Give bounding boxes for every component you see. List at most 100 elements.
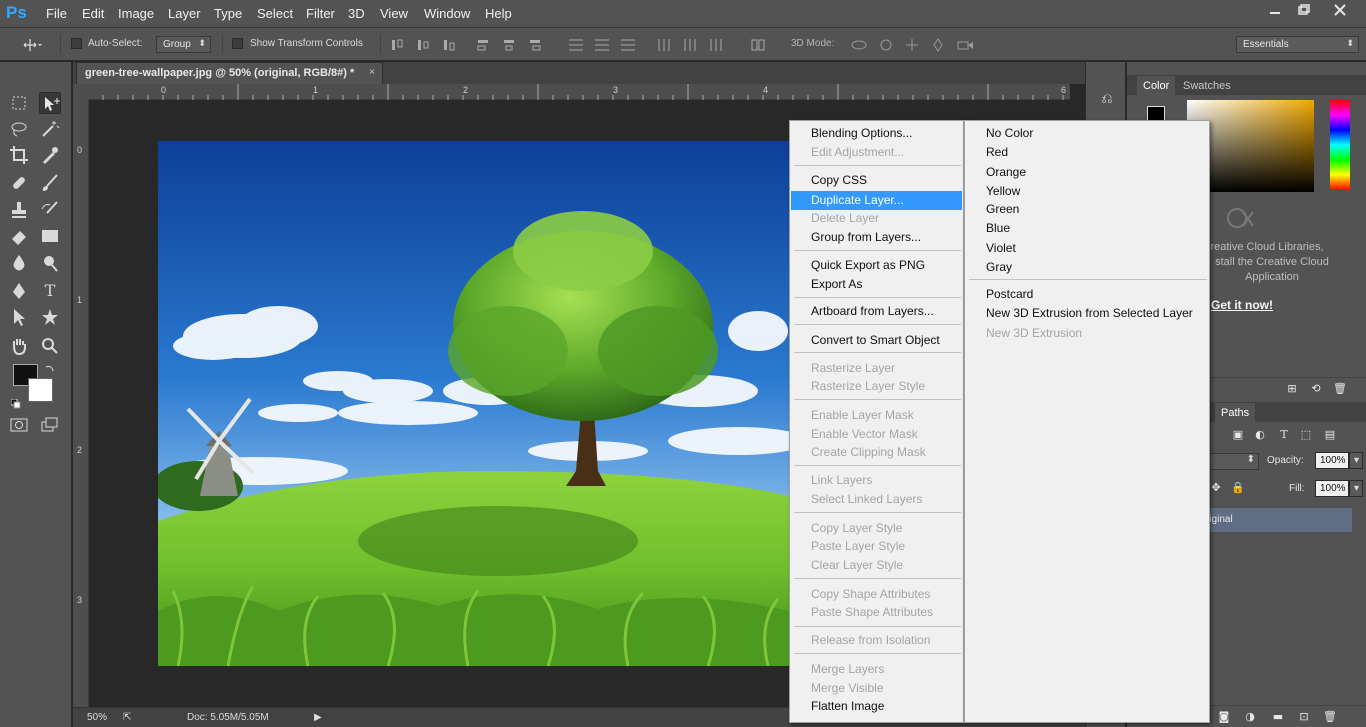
tab-swatches[interactable]: Swatches: [1177, 76, 1237, 96]
align-right-icon[interactable]: [528, 37, 544, 51]
export-icon[interactable]: ⇱: [123, 712, 131, 723]
get-it-now-link[interactable]: Get it now!: [1211, 298, 1273, 312]
color-menu-item[interactable]: Violet: [966, 239, 1208, 258]
blend-mode-dropdown[interactable]: ⬍: [1207, 453, 1259, 470]
magic-wand-tool-icon[interactable]: [39, 118, 61, 140]
opacity-arrow-icon[interactable]: ▾: [1349, 452, 1363, 469]
align-top-icon[interactable]: [390, 37, 406, 51]
screen-mode-icon[interactable]: [39, 414, 61, 436]
color-menu-item[interactable]: Gray: [966, 258, 1208, 277]
minimize-icon[interactable]: [1261, 0, 1289, 20]
color-menu-item[interactable]: Green: [966, 200, 1208, 219]
library-sync-icon[interactable]: ⟲: [1309, 382, 1323, 396]
add-mask-icon[interactable]: ◙: [1217, 710, 1231, 724]
context-menu-item[interactable]: Flatten Image: [791, 697, 962, 716]
context-menu-item[interactable]: Blending Options...: [791, 124, 962, 143]
restore-icon[interactable]: [1289, 0, 1317, 20]
default-colors-icon[interactable]: [10, 394, 21, 409]
show-transform-checkbox[interactable]: [232, 38, 243, 49]
history-brush-tool-icon[interactable]: [39, 199, 61, 221]
path-selection-tool-icon[interactable]: [8, 306, 30, 328]
tab-color[interactable]: Color: [1137, 76, 1176, 96]
hue-slider[interactable]: [1330, 100, 1350, 190]
auto-align-icon[interactable]: [750, 37, 766, 51]
tab-paths[interactable]: Paths: [1215, 403, 1256, 423]
context-menu-item[interactable]: Group from Layers...: [791, 228, 962, 247]
color-menu-item[interactable]: Orange: [966, 163, 1208, 182]
close-tab-icon[interactable]: ×: [369, 67, 375, 78]
new-layer-icon[interactable]: ⊡: [1297, 710, 1311, 724]
distribute-left-icon[interactable]: [656, 37, 672, 51]
context-menu-item[interactable]: Artboard from Layers...: [791, 302, 962, 321]
auto-select-checkbox[interactable]: [71, 38, 82, 49]
align-bottom-icon[interactable]: [442, 37, 458, 51]
new-group-icon[interactable]: ▬: [1271, 710, 1285, 724]
background-color-swatch[interactable]: [28, 378, 53, 402]
menu-image[interactable]: Image: [118, 6, 154, 21]
align-left-icon[interactable]: [476, 37, 492, 51]
close-icon[interactable]: [1318, 0, 1362, 20]
new-adjustment-icon[interactable]: ◑: [1243, 710, 1257, 724]
filter-adjustment-icon[interactable]: ◐: [1253, 428, 1267, 442]
workspace-dropdown[interactable]: Essentials ⬍: [1236, 36, 1359, 53]
status-menu-arrow-icon[interactable]: ▶: [314, 712, 322, 723]
3d-rotate-icon[interactable]: [850, 37, 868, 51]
menu-edit[interactable]: Edit: [82, 6, 104, 21]
healing-brush-tool-icon[interactable]: [8, 172, 30, 194]
zoom-level[interactable]: 50%: [87, 712, 107, 723]
layer-row[interactable]: riginal: [1200, 508, 1352, 532]
move-tool-icon[interactable]: [39, 92, 61, 114]
context-menu-item[interactable]: Copy CSS: [791, 171, 962, 190]
context-menu-item[interactable]: Duplicate Layer...: [791, 191, 962, 210]
color-menu-item[interactable]: Yellow: [966, 182, 1208, 201]
context-menu-item[interactable]: Export As: [791, 275, 962, 294]
menu-3d[interactable]: 3D: [348, 6, 365, 21]
move-tool-icon[interactable]: [22, 37, 42, 51]
blur-tool-icon[interactable]: [8, 252, 30, 274]
filter-type-icon[interactable]: T: [1277, 428, 1291, 442]
clone-stamp-tool-icon[interactable]: [8, 199, 30, 221]
brush-tool-icon[interactable]: [39, 172, 61, 194]
swap-colors-icon[interactable]: [44, 360, 56, 372]
horizontal-ruler[interactable]: 0 1 2 3 4 6: [73, 84, 1070, 100]
custom-shape-tool-icon[interactable]: [39, 306, 61, 328]
align-vcenter-icon[interactable]: [416, 37, 432, 51]
auto-select-dropdown[interactable]: Group ⬍: [156, 36, 211, 53]
rect-marquee-tool-icon[interactable]: [8, 92, 30, 114]
opacity-input[interactable]: 100%: [1315, 452, 1349, 469]
align-hcenter-icon[interactable]: [502, 37, 518, 51]
eyedropper-tool-icon[interactable]: [39, 144, 61, 166]
filter-image-icon[interactable]: ▣: [1231, 428, 1245, 442]
lasso-tool-icon[interactable]: [8, 118, 30, 140]
filter-shape-icon[interactable]: ⬚: [1299, 428, 1313, 442]
distribute-vcenter-icon[interactable]: [594, 37, 610, 51]
dodge-tool-icon[interactable]: [39, 252, 61, 274]
trash-icon[interactable]: 🗑: [1333, 382, 1347, 396]
menu-window[interactable]: Window: [424, 6, 470, 21]
color-menu-item[interactable]: No Color: [966, 124, 1208, 143]
document-image[interactable]: [158, 141, 790, 666]
eraser-tool-icon[interactable]: [8, 225, 30, 247]
menu-type[interactable]: Type: [214, 6, 242, 21]
distribute-top-icon[interactable]: [568, 37, 584, 51]
filter-smart-object-icon[interactable]: ▤: [1323, 428, 1337, 442]
lock-position-icon[interactable]: ✥: [1209, 481, 1223, 495]
fill-arrow-icon[interactable]: ▾: [1349, 480, 1363, 497]
3d-pan-icon[interactable]: [904, 37, 920, 51]
context-menu-item[interactable]: Convert to Smart Object: [791, 331, 962, 350]
menu-help[interactable]: Help: [485, 6, 512, 21]
hand-tool-icon[interactable]: [8, 335, 30, 357]
gradient-tool-icon[interactable]: [39, 225, 61, 247]
3d-slide-icon[interactable]: [930, 37, 946, 52]
library-add-icon[interactable]: ⊞: [1285, 382, 1299, 396]
color-menu-item[interactable]: Red: [966, 143, 1208, 162]
history-panel-icon[interactable]: ⎌: [1098, 90, 1116, 108]
color-menu-item[interactable]: New 3D Extrusion from Selected Layer: [966, 304, 1208, 323]
context-menu-item[interactable]: Quick Export as PNG: [791, 256, 962, 275]
distribute-right-icon[interactable]: [708, 37, 724, 51]
menu-filter[interactable]: Filter: [306, 6, 335, 21]
quick-mask-icon[interactable]: [8, 414, 30, 436]
distribute-hcenter-icon[interactable]: [682, 37, 698, 51]
crop-tool-icon[interactable]: [8, 144, 30, 166]
zoom-tool-icon[interactable]: [39, 335, 61, 357]
